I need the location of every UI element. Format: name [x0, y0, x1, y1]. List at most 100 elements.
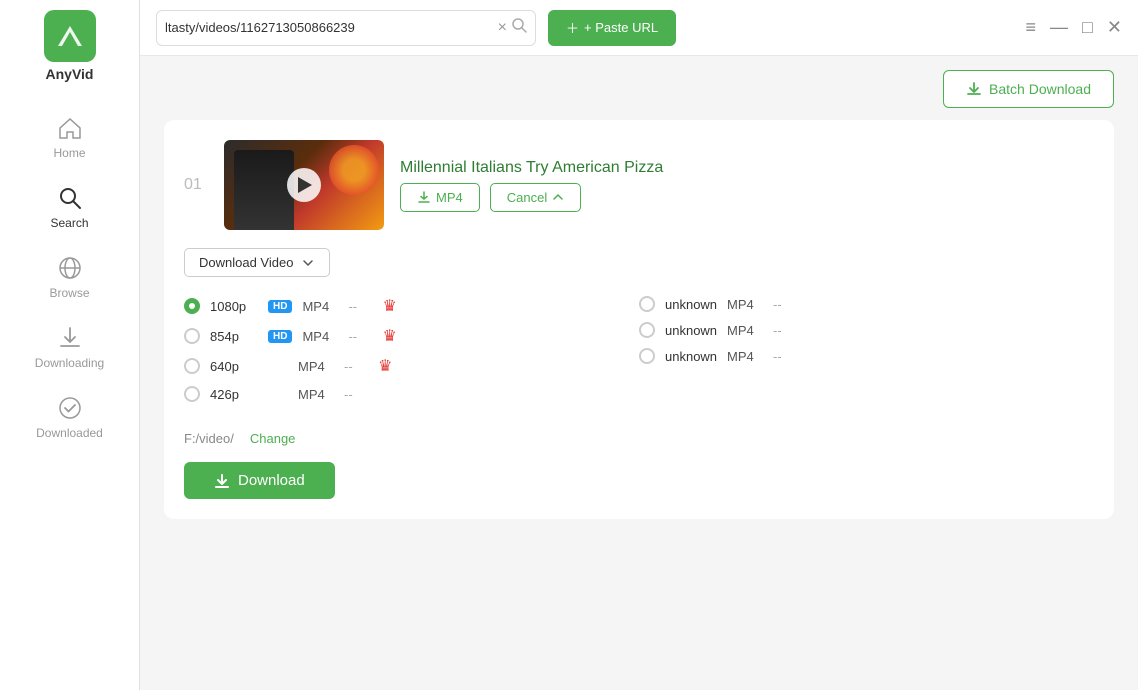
browse-icon — [56, 254, 84, 282]
downloading-icon — [56, 324, 84, 352]
content-area: 01 Millennial Italians Try American Pizz… — [140, 114, 1138, 690]
sidebar-item-downloading[interactable]: Downloading — [0, 312, 139, 382]
paste-url-button[interactable]: ＋ + Paste URL — [548, 10, 676, 46]
quality-row-unk2: unknown MP4 -- — [639, 317, 1094, 343]
quality-row-unk3: unknown MP4 -- — [639, 343, 1094, 369]
dropdown-label: Download Video — [199, 255, 293, 270]
batch-download-area: Batch Download — [140, 56, 1138, 114]
mp4-label: MP4 — [436, 190, 463, 205]
quality-label-unk1: unknown — [665, 297, 717, 312]
chevron-down-icon — [301, 256, 315, 270]
download-button[interactable]: Download — [184, 462, 335, 499]
dropdown-row: Download Video — [184, 248, 1094, 277]
window-controls: ≡ — □ ✕ — [1026, 17, 1122, 38]
sidebar-item-downloaded-label: Downloaded — [36, 426, 103, 440]
chevron-up-icon — [552, 191, 564, 203]
format-unk1: MP4 — [727, 297, 763, 312]
app-logo — [44, 10, 96, 62]
download-label: Download — [238, 472, 305, 489]
url-clear-button[interactable]: × — [498, 19, 507, 37]
menu-icon[interactable]: ≡ — [1026, 17, 1037, 38]
quality-label-1080p: 1080p — [210, 299, 258, 314]
radio-1080p[interactable] — [184, 298, 200, 314]
video-thumbnail — [224, 140, 384, 230]
sidebar-item-downloaded[interactable]: Downloaded — [0, 382, 139, 452]
save-path: F:/video/ — [184, 431, 234, 446]
play-button[interactable] — [287, 168, 321, 202]
sidebar-item-browse-label: Browse — [49, 286, 89, 300]
download-icon — [214, 473, 230, 489]
cancel-label: Cancel — [507, 190, 547, 205]
radio-426p[interactable] — [184, 386, 200, 402]
paste-url-plus: ＋ — [566, 18, 579, 37]
video-info: Millennial Italians Try American Pizza M… — [400, 159, 663, 212]
format-unk3: MP4 — [727, 349, 763, 364]
format-426p: MP4 — [298, 387, 334, 402]
home-icon — [56, 114, 84, 142]
paste-url-label: + Paste URL — [584, 20, 658, 35]
url-bar: ltasty/videos/1162713050866239 × — [156, 10, 536, 46]
quality-label-854p: 854p — [210, 329, 258, 344]
radio-854p[interactable] — [184, 328, 200, 344]
url-search-icon — [511, 17, 527, 38]
quality-left-column: 1080p HD MP4 -- ♛ 854p HD MP4 -- — [184, 291, 639, 407]
quality-row-unk1: unknown MP4 -- — [639, 291, 1094, 317]
radio-unk1[interactable] — [639, 296, 655, 312]
quality-right-column: unknown MP4 -- unknown MP4 -- unkn — [639, 291, 1094, 407]
downloaded-icon — [56, 394, 84, 422]
quality-label-640p: 640p — [210, 359, 258, 374]
sidebar-item-home[interactable]: Home — [0, 102, 139, 172]
close-button[interactable]: ✕ — [1107, 17, 1122, 38]
sidebar-item-search-label: Search — [50, 216, 88, 230]
change-path-button[interactable]: Change — [250, 431, 296, 446]
video-number: 01 — [184, 176, 208, 194]
batch-download-label: Batch Download — [989, 81, 1091, 97]
radio-unk2[interactable] — [639, 322, 655, 338]
format-640p: MP4 — [298, 359, 334, 374]
play-overlay[interactable] — [224, 140, 384, 230]
maximize-button[interactable]: □ — [1082, 17, 1093, 38]
radio-unk3[interactable] — [639, 348, 655, 364]
minimize-button[interactable]: — — [1050, 17, 1068, 38]
video-card: 01 Millennial Italians Try American Pizz… — [164, 120, 1114, 519]
download-video-dropdown[interactable]: Download Video — [184, 248, 330, 277]
dash-unk3: -- — [773, 349, 797, 364]
search-icon — [56, 184, 84, 212]
dash-426p: -- — [344, 387, 368, 402]
format-1080p: MP4 — [302, 299, 338, 314]
sidebar: AnyVid Home Search Browse Downloading — [0, 0, 140, 690]
quality-label-unk2: unknown — [665, 323, 717, 338]
quality-row-1080p: 1080p HD MP4 -- ♛ — [184, 291, 639, 321]
format-854p: MP4 — [302, 329, 338, 344]
download-options: Download Video 1080p HD MP4 — [184, 248, 1094, 499]
titlebar: ltasty/videos/1162713050866239 × ＋ + Pas… — [140, 0, 1138, 56]
batch-download-button[interactable]: Batch Download — [943, 70, 1114, 108]
video-actions: MP4 Cancel — [400, 183, 663, 212]
quality-row-426p: 426p MP4 -- — [184, 381, 639, 407]
dash-640p: -- — [344, 359, 368, 374]
video-title: Millennial Italians Try American Pizza — [400, 159, 663, 177]
sidebar-item-downloading-label: Downloading — [35, 356, 104, 370]
main-content: ltasty/videos/1162713050866239 × ＋ + Pas… — [140, 0, 1138, 690]
crown-icon-854p: ♛ — [382, 326, 396, 346]
cancel-button[interactable]: Cancel — [490, 183, 581, 212]
mp4-button[interactable]: MP4 — [400, 183, 480, 212]
video-header: 01 Millennial Italians Try American Pizz… — [184, 140, 1094, 230]
crown-icon-1080p: ♛ — [382, 296, 396, 316]
quality-label-426p: 426p — [210, 387, 258, 402]
sidebar-item-home-label: Home — [53, 146, 85, 160]
quality-row-640p: 640p MP4 -- ♛ — [184, 351, 639, 381]
radio-640p[interactable] — [184, 358, 200, 374]
logo-area: AnyVid — [44, 10, 96, 82]
hd-badge-1080p: HD — [268, 300, 292, 313]
hd-badge-854p: HD — [268, 330, 292, 343]
sidebar-item-browse[interactable]: Browse — [0, 242, 139, 312]
mp4-download-icon — [417, 190, 431, 204]
sidebar-item-search[interactable]: Search — [0, 172, 139, 242]
dash-1080p: -- — [348, 299, 372, 314]
batch-download-icon — [966, 81, 982, 97]
format-unk2: MP4 — [727, 323, 763, 338]
save-path-row: F:/video/ Change — [184, 421, 1094, 446]
url-display: ltasty/videos/1162713050866239 — [165, 20, 498, 35]
quality-grid: 1080p HD MP4 -- ♛ 854p HD MP4 -- — [184, 291, 1094, 407]
